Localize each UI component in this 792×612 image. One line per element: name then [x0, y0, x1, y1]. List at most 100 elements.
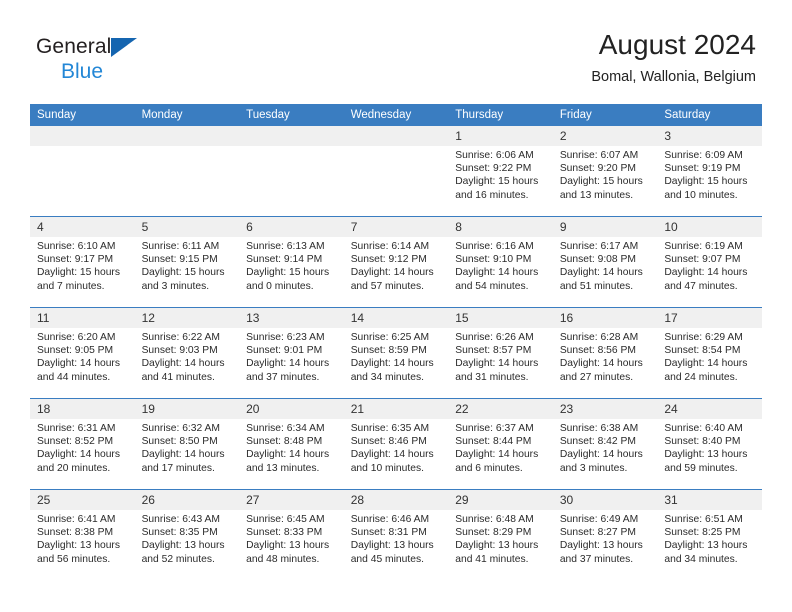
- day-number: 22: [448, 399, 553, 419]
- day-details: Sunrise: 6:41 AM Sunset: 8:38 PM Daylight:…: [30, 510, 135, 566]
- daylight-text-line2: and 17 minutes.: [141, 462, 215, 474]
- calendar-day-cell[interactable]: 1 Sunrise: 6:06 AM Sunset: 9:22 PM Daylight…: [448, 126, 553, 217]
- day-details: Sunrise: 6:32 AM Sunset: 8:50 PM Daylight:…: [135, 419, 240, 475]
- day-details: Sunrise: 6:17 AM Sunset: 9:08 PM Daylight:…: [553, 237, 658, 293]
- sunrise-text: Sunrise: 6:34 AM: [246, 423, 325, 434]
- calendar-day-cell[interactable]: 11 Sunrise: 6:20 AM Sunset: 9:05 PM Dayligh…: [30, 307, 135, 399]
- calendar-week-row: 25 Sunrise: 6:41 AM Sunset: 8:38 PM Dayligh…: [30, 489, 762, 580]
- day-number: 25: [30, 490, 135, 510]
- day-number: [30, 126, 135, 146]
- calendar-day-cell[interactable]: 14 Sunrise: 6:25 AM Sunset: 8:59 PM Dayligh…: [343, 307, 449, 399]
- calendar-day-cell[interactable]: 31 Sunrise: 6:51 AM Sunset: 8:25 PM Dayligh…: [657, 489, 762, 580]
- calendar-day-cell[interactable]: 26 Sunrise: 6:43 AM Sunset: 8:35 PM Dayligh…: [134, 489, 240, 580]
- calendar-day-cell[interactable]: 27 Sunrise: 6:45 AM Sunset: 8:33 PM Dayligh…: [239, 489, 344, 580]
- daylight-text-line1: Daylight: 14 hours: [141, 358, 225, 370]
- calendar-day-cell[interactable]: 12 Sunrise: 6:22 AM Sunset: 9:03 PM Dayligh…: [134, 307, 240, 399]
- daylight-text-line2: and 20 minutes.: [37, 462, 111, 474]
- daylight-text-line2: and 45 minutes.: [350, 553, 424, 565]
- calendar-day-cell[interactable]: 6 Sunrise: 6:13 AM Sunset: 9:14 PM Daylight…: [239, 216, 344, 308]
- sunset-text: Sunset: 9:17 PM: [37, 254, 114, 266]
- sunset-text: Sunset: 9:20 PM: [559, 163, 636, 175]
- sunset-text: Sunset: 8:44 PM: [455, 436, 532, 448]
- day-number: [239, 126, 344, 146]
- daylight-text-line2: and 0 minutes.: [246, 280, 314, 292]
- calendar-day-cell[interactable]: 21 Sunrise: 6:35 AM Sunset: 8:46 PM Dayligh…: [343, 398, 449, 490]
- daylight-text-line1: Daylight: 14 hours: [559, 358, 643, 370]
- calendar-day-cell[interactable]: 9 Sunrise: 6:17 AM Sunset: 9:08 PM Daylight…: [552, 216, 658, 308]
- calendar-day-cell[interactable]: 7 Sunrise: 6:14 AM Sunset: 9:12 PM Daylight…: [343, 216, 449, 308]
- calendar-day-cell[interactable]: 19 Sunrise: 6:32 AM Sunset: 8:50 PM Dayligh…: [134, 398, 240, 490]
- calendar-day-cell[interactable]: 30 Sunrise: 6:49 AM Sunset: 8:27 PM Dayligh…: [552, 489, 658, 580]
- logo-text-general: General: [36, 35, 112, 58]
- day-number: 29: [448, 490, 553, 510]
- day-details: Sunrise: 6:48 AM Sunset: 8:29 PM Daylight:…: [448, 510, 553, 566]
- daylight-text-line2: and 48 minutes.: [246, 553, 320, 565]
- day-number: 6: [239, 217, 344, 237]
- calendar-day-cell[interactable]: 23 Sunrise: 6:38 AM Sunset: 8:42 PM Dayligh…: [552, 398, 658, 490]
- weekday-header-saturday: Saturday: [657, 104, 762, 126]
- calendar-page: General Blue August 2024 Bomal, Wallonia…: [0, 0, 792, 612]
- calendar-day-cell[interactable]: 4 Sunrise: 6:10 AM Sunset: 9:17 PM Daylight…: [30, 216, 135, 308]
- day-details: Sunrise: 6:19 AM Sunset: 9:07 PM Daylight:…: [657, 237, 762, 293]
- calendar-day-cell[interactable]: 18 Sunrise: 6:31 AM Sunset: 8:52 PM Dayligh…: [30, 398, 135, 490]
- daylight-text-line2: and 47 minutes.: [664, 280, 738, 292]
- sunset-text: Sunset: 8:35 PM: [141, 527, 218, 539]
- day-details: Sunrise: 6:06 AM Sunset: 9:22 PM Daylight:…: [448, 146, 553, 202]
- calendar-day-cell[interactable]: 2 Sunrise: 6:07 AM Sunset: 9:20 PM Daylight…: [552, 126, 658, 217]
- calendar-day-cell[interactable]: 24 Sunrise: 6:40 AM Sunset: 8:40 PM Dayligh…: [657, 398, 762, 490]
- weekday-header-sunday: Sunday: [30, 104, 135, 126]
- sunrise-text: Sunrise: 6:09 AM: [664, 150, 743, 161]
- sunrise-text: Sunrise: 6:51 AM: [664, 514, 743, 525]
- calendar-body: 1 Sunrise: 6:06 AM Sunset: 9:22 PM Daylight…: [30, 126, 762, 580]
- daylight-text-line1: Daylight: 14 hours: [664, 358, 748, 370]
- sunset-text: Sunset: 8:50 PM: [141, 436, 218, 448]
- day-number: 15: [448, 308, 553, 328]
- day-number: 12: [134, 308, 240, 328]
- calendar-day-cell[interactable]: 10 Sunrise: 6:19 AM Sunset: 9:07 PM Dayligh…: [657, 216, 762, 308]
- daylight-text-line2: and 13 minutes.: [246, 462, 320, 474]
- calendar-day-cell[interactable]: 28 Sunrise: 6:46 AM Sunset: 8:31 PM Dayligh…: [343, 489, 449, 580]
- sunrise-text: Sunrise: 6:22 AM: [141, 332, 220, 343]
- sunrise-text: Sunrise: 6:17 AM: [559, 241, 639, 252]
- daylight-text-line2: and 57 minutes.: [350, 280, 424, 292]
- daylight-text-line2: and 10 minutes.: [350, 462, 424, 474]
- sunset-text: Sunset: 8:48 PM: [246, 436, 323, 448]
- sunrise-text: Sunrise: 6:31 AM: [37, 423, 116, 434]
- general-blue-logo[interactable]: General Blue: [36, 35, 138, 83]
- day-details: Sunrise: 6:11 AM Sunset: 9:15 PM Daylight:…: [135, 237, 240, 293]
- daylight-text-line1: Daylight: 13 hours: [455, 540, 539, 552]
- calendar-day-cell[interactable]: 13 Sunrise: 6:23 AM Sunset: 9:01 PM Dayligh…: [239, 307, 344, 399]
- weekday-header-thursday: Thursday: [448, 104, 553, 126]
- calendar-day-cell[interactable]: 8 Sunrise: 6:16 AM Sunset: 9:10 PM Daylight…: [448, 216, 553, 308]
- daylight-text-line2: and 59 minutes.: [664, 462, 738, 474]
- day-details: Sunrise: 6:20 AM Sunset: 9:05 PM Daylight:…: [30, 328, 135, 384]
- calendar-day-cell[interactable]: 16 Sunrise: 6:28 AM Sunset: 8:56 PM Dayligh…: [552, 307, 658, 399]
- sunset-text: Sunset: 8:57 PM: [455, 345, 532, 357]
- daylight-text-line2: and 6 minutes.: [455, 462, 523, 474]
- day-details: Sunrise: 6:09 AM Sunset: 9:19 PM Daylight:…: [657, 146, 762, 202]
- day-number: 24: [657, 399, 762, 419]
- daylight-text-line2: and 41 minutes.: [455, 553, 529, 565]
- sunset-text: Sunset: 9:01 PM: [246, 345, 323, 357]
- calendar-day-cell[interactable]: 3 Sunrise: 6:09 AM Sunset: 9:19 PM Daylight…: [657, 126, 762, 217]
- day-details: Sunrise: 6:23 AM Sunset: 9:01 PM Daylight:…: [239, 328, 344, 384]
- calendar-week-row: 1 Sunrise: 6:06 AM Sunset: 9:22 PM Daylight…: [30, 126, 762, 217]
- calendar-day-cell[interactable]: 29 Sunrise: 6:48 AM Sunset: 8:29 PM Dayligh…: [448, 489, 553, 580]
- daylight-text-line2: and 27 minutes.: [559, 371, 634, 383]
- daylight-text-line1: Daylight: 14 hours: [455, 449, 539, 461]
- calendar-day-cell[interactable]: 20 Sunrise: 6:34 AM Sunset: 8:48 PM Dayligh…: [239, 398, 344, 490]
- calendar-day-cell[interactable]: 17 Sunrise: 6:29 AM Sunset: 8:54 PM Dayligh…: [657, 307, 762, 399]
- daylight-text-line1: Daylight: 13 hours: [246, 540, 330, 552]
- calendar-day-cell[interactable]: 25 Sunrise: 6:41 AM Sunset: 8:38 PM Dayligh…: [30, 489, 135, 580]
- day-number: 9: [552, 217, 658, 237]
- day-number: 30: [552, 490, 658, 510]
- daylight-text-line2: and 31 minutes.: [455, 371, 529, 383]
- daylight-text-line1: Daylight: 14 hours: [350, 358, 434, 370]
- sunrise-text: Sunrise: 6:23 AM: [246, 332, 325, 343]
- sunset-text: Sunset: 8:25 PM: [664, 527, 741, 539]
- calendar-day-cell-empty: [134, 126, 240, 217]
- calendar-day-cell[interactable]: 15 Sunrise: 6:26 AM Sunset: 8:57 PM Dayligh…: [448, 307, 553, 399]
- calendar-day-cell[interactable]: 5 Sunrise: 6:11 AM Sunset: 9:15 PM Daylight…: [134, 216, 240, 308]
- calendar-day-cell[interactable]: 22 Sunrise: 6:37 AM Sunset: 8:44 PM Dayligh…: [448, 398, 553, 490]
- day-number: 26: [134, 490, 240, 510]
